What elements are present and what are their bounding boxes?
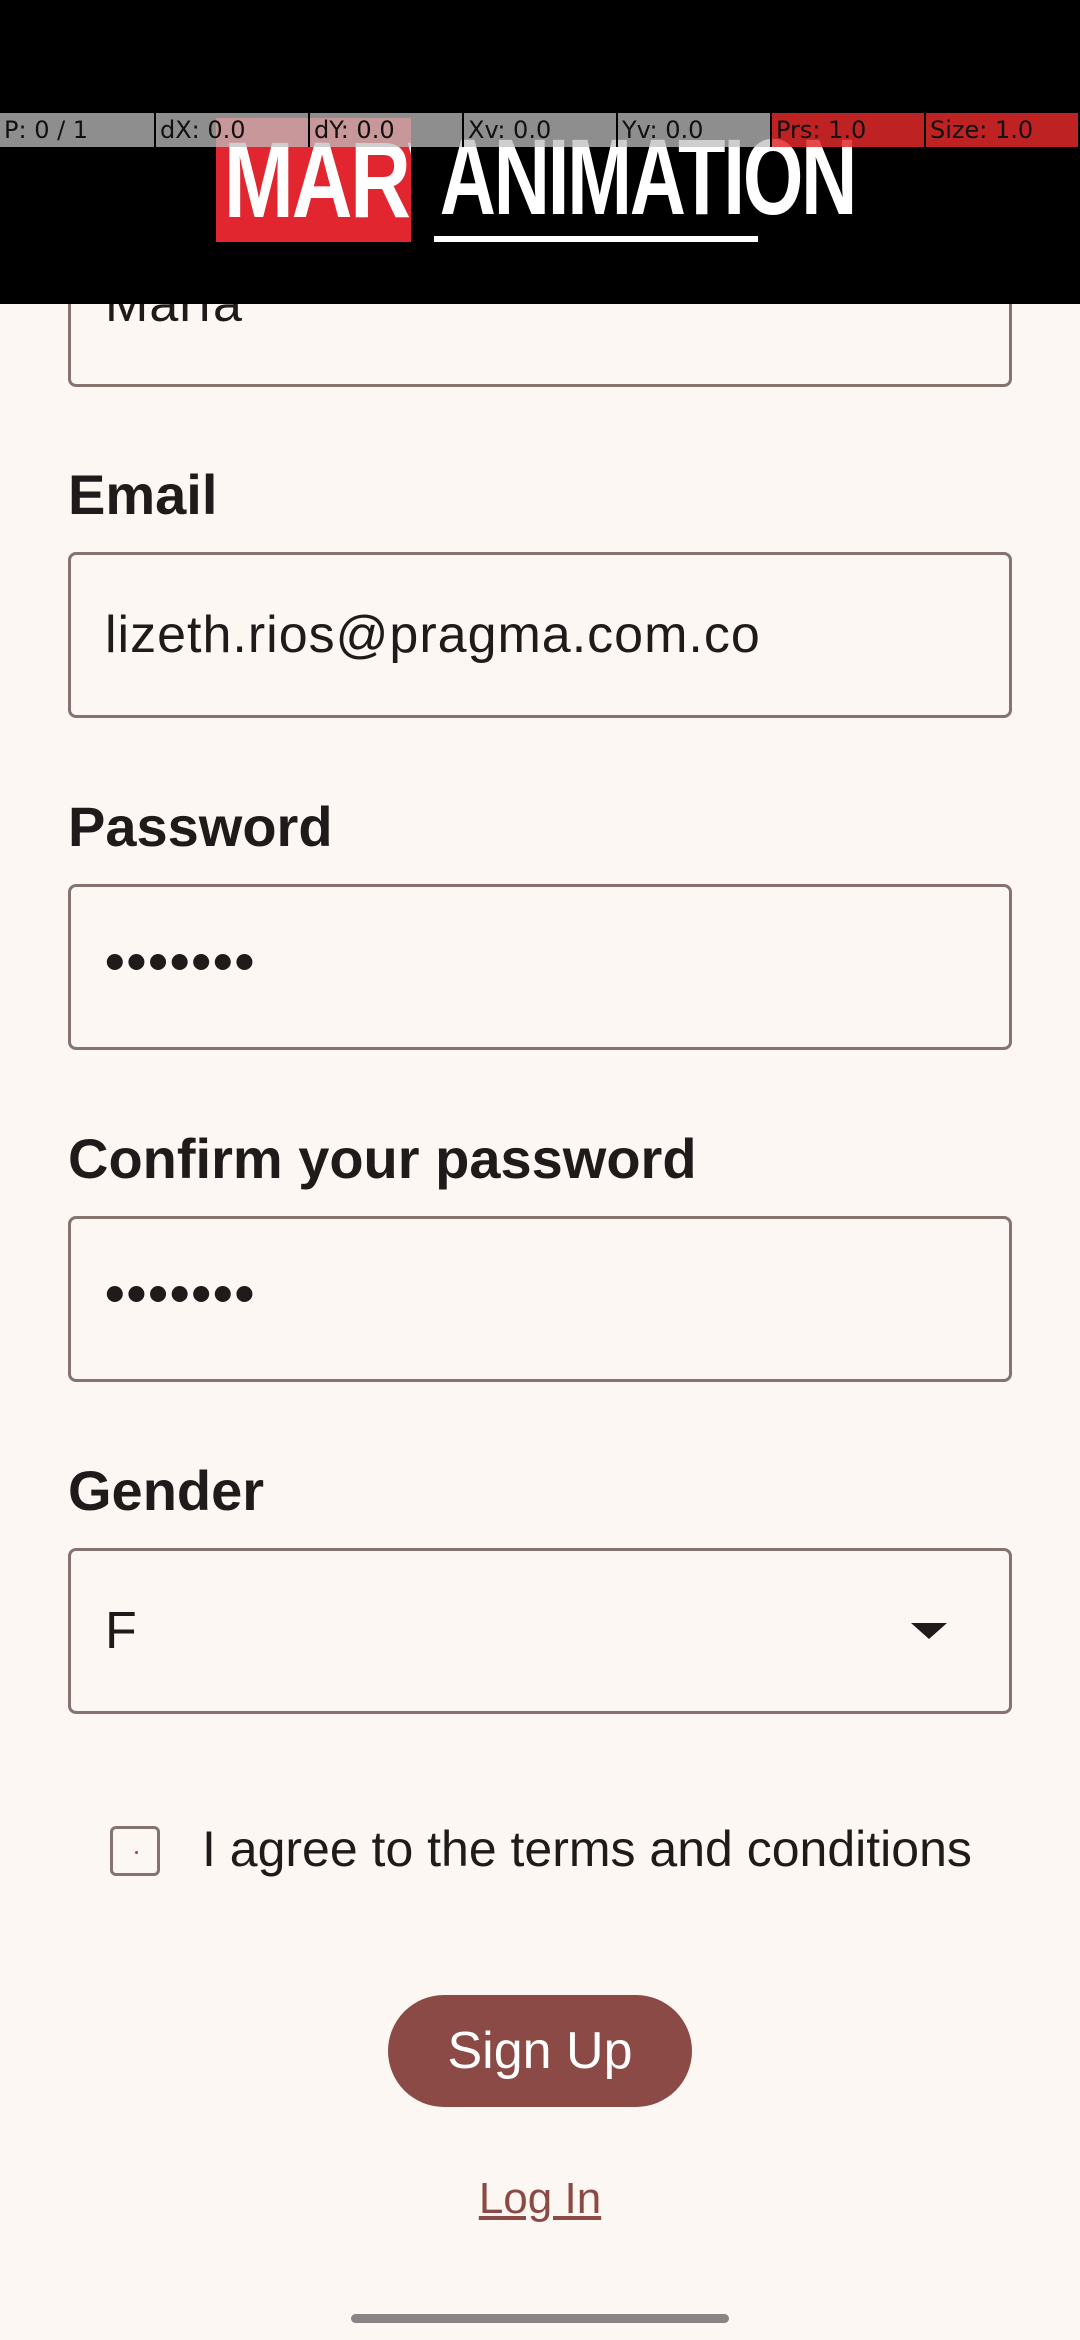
password-field[interactable]: ••••••• bbox=[68, 884, 1012, 1050]
terms-checkbox[interactable] bbox=[110, 1826, 160, 1876]
confirm-password-field[interactable]: ••••••• bbox=[68, 1216, 1012, 1382]
debug-dy: dY: 0.0 bbox=[308, 113, 462, 147]
sign-up-button[interactable]: Sign Up bbox=[388, 1995, 692, 2107]
email-field[interactable]: lizeth.rios@pragma.com.co bbox=[68, 552, 1012, 718]
email-label: Email bbox=[68, 463, 218, 526]
dropdown-arrow-icon bbox=[911, 1623, 947, 1639]
email-field-value: lizeth.rios@pragma.com.co bbox=[105, 606, 761, 664]
gender-dropdown-value: F bbox=[105, 1602, 138, 1660]
confirm-password-field-value: ••••••• bbox=[105, 1261, 257, 1325]
password-label: Password bbox=[68, 795, 333, 858]
log-in-link[interactable]: Log In bbox=[0, 2174, 1080, 2224]
home-indicator[interactable] bbox=[351, 2314, 729, 2323]
debug-dx: dX: 0.0 bbox=[154, 113, 308, 147]
gender-label: Gender bbox=[68, 1459, 265, 1522]
debug-yv: Yv: 0.0 bbox=[616, 113, 770, 147]
gender-dropdown[interactable]: F bbox=[68, 1548, 1012, 1714]
app-header: MARVEL ANIMATION bbox=[0, 0, 1080, 304]
debug-size: Size: 1.0 bbox=[924, 113, 1078, 147]
terms-label: I agree to the terms and conditions bbox=[202, 1821, 972, 1877]
debug-pressure: Prs: 1.0 bbox=[770, 113, 924, 147]
debug-pointer-count: P: 0 / 1 bbox=[0, 113, 154, 147]
confirm-password-label: Confirm your password bbox=[68, 1127, 697, 1190]
password-field-value: ••••••• bbox=[105, 929, 257, 993]
debug-xv: Xv: 0.0 bbox=[462, 113, 616, 147]
pointer-debug-bar: P: 0 / 1 dX: 0.0 dY: 0.0 Xv: 0.0 Yv: 0.0… bbox=[0, 113, 1080, 147]
checkbox-ripple-dot bbox=[135, 1851, 138, 1854]
